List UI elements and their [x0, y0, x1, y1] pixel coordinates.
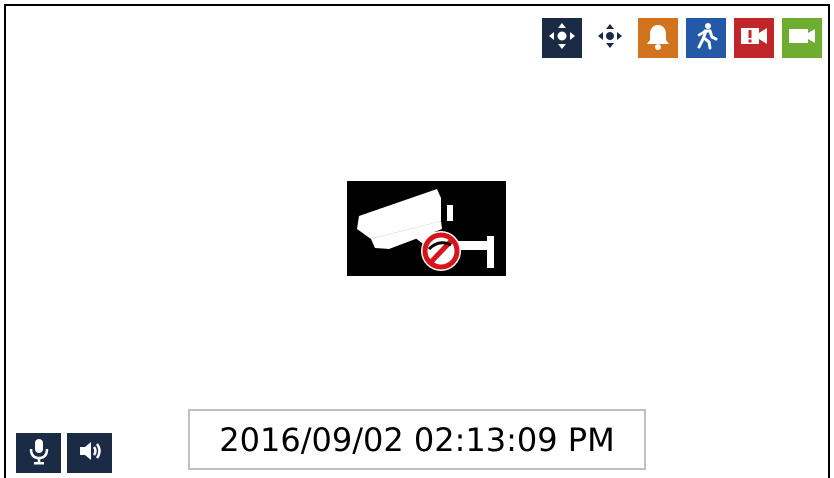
record-alarm-icon	[738, 20, 770, 57]
video-no-signal	[347, 181, 506, 276]
audio-controls	[16, 433, 112, 473]
ptz-control-button[interactable]	[542, 18, 582, 58]
camera-viewer	[4, 4, 830, 478]
speaker-icon	[76, 437, 104, 470]
timestamp-display: 2016/09/02 02:13:09 PM	[188, 409, 646, 470]
motion-person-icon	[690, 20, 722, 57]
toolbar	[542, 18, 822, 58]
speaker-button[interactable]	[67, 433, 112, 473]
bell-icon	[642, 20, 674, 57]
microphone-button[interactable]	[16, 433, 61, 473]
video-camera-icon	[786, 20, 818, 57]
ptz-direction-button[interactable]	[590, 18, 630, 58]
ptz-arrows-icon	[594, 20, 626, 57]
ptz-move-icon	[546, 20, 578, 57]
record-button[interactable]	[782, 18, 822, 58]
motion-detection-button[interactable]	[686, 18, 726, 58]
microphone-icon	[25, 437, 53, 470]
no-camera-signal-icon	[347, 181, 506, 276]
alarm-record-button[interactable]	[734, 18, 774, 58]
alarm-button[interactable]	[638, 18, 678, 58]
